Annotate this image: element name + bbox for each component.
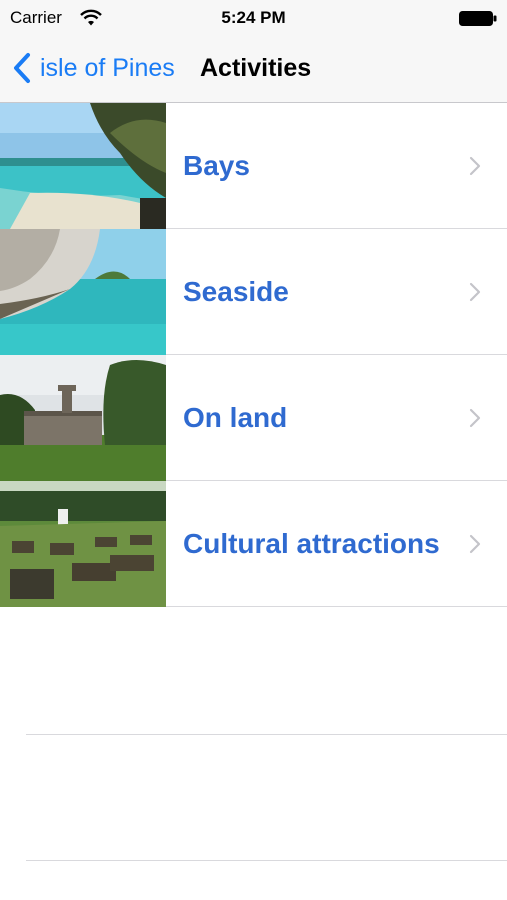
- list-item-on-land[interactable]: On land: [0, 354, 507, 481]
- table-separator: [26, 734, 507, 735]
- chevron-right-icon: [469, 282, 481, 302]
- row-label: On land: [183, 401, 288, 433]
- list-item-seaside[interactable]: Seaside: [0, 228, 507, 355]
- page-title: Activities: [200, 54, 312, 82]
- row-label: Bays: [183, 149, 250, 181]
- status-bar: Carrier 5:24 PM: [0, 0, 507, 36]
- navigation-bar: isle of Pines Activities: [0, 36, 507, 103]
- cliff-lagoon-photo: [0, 228, 166, 355]
- list-item-cultural-attractions[interactable]: Cultural attractions: [0, 480, 507, 607]
- beach-bay-photo: [0, 102, 166, 229]
- cemetery-photo: [0, 480, 166, 607]
- back-button-label: isle of Pines: [40, 53, 175, 82]
- chevron-right-icon: [469, 156, 481, 176]
- battery-icon: [459, 11, 497, 26]
- table-separator: [26, 860, 507, 861]
- back-button[interactable]: isle of Pines: [12, 50, 175, 86]
- stone-ruin-photo: [0, 354, 166, 481]
- row-label: Seaside: [183, 275, 289, 307]
- row-label: Cultural attractions: [183, 527, 440, 559]
- chevron-left-icon: [14, 53, 30, 83]
- chevron-right-icon: [469, 408, 481, 428]
- activities-list: Bays Seaside On land Cultural attraction…: [0, 102, 507, 607]
- clock: 5:24 PM: [221, 8, 286, 27]
- chevron-right-icon: [469, 534, 481, 554]
- list-item-bays[interactable]: Bays: [0, 102, 507, 229]
